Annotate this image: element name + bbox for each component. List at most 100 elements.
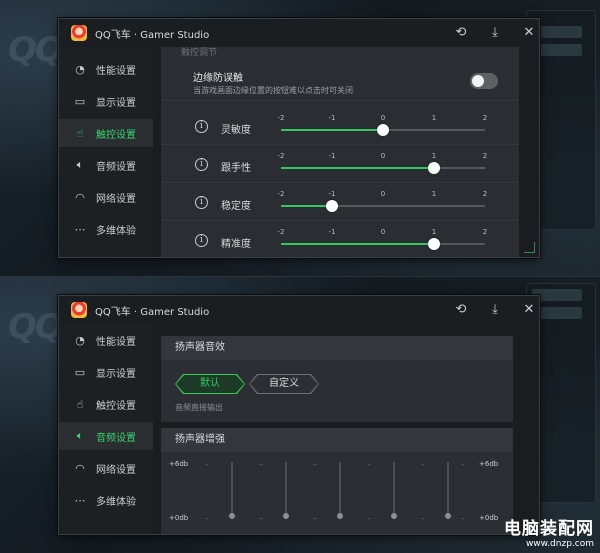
- slider-row: i 稳定度 -2 -1 0 1 2: [161, 183, 519, 221]
- window-title: QQ飞车 · Gamer Studio: [95, 307, 210, 318]
- slider-track[interactable]: [281, 124, 485, 136]
- info-icon[interactable]: i: [195, 196, 208, 209]
- slider-fill: [281, 243, 434, 245]
- sidebar-item-performance[interactable]: ◔ 性能设置: [59, 326, 153, 354]
- touch-hand-icon: ☝: [76, 397, 84, 411]
- more-dots-icon: ⋯: [74, 222, 86, 236]
- speaker-effect-title: 扬声器音效: [161, 336, 513, 360]
- tick-label: 0: [380, 114, 386, 122]
- slider-track[interactable]: [281, 162, 485, 174]
- eq-band-knob[interactable]: [445, 513, 451, 519]
- sidebar-item-audio[interactable]: 🔈︎ 音频设置: [59, 151, 153, 179]
- slider-fill: [281, 205, 332, 207]
- slider-row: i 精准度 -2 -1 0 1 2: [161, 221, 519, 257]
- app-icon: [71, 25, 87, 41]
- eq-band-knob[interactable]: [337, 513, 343, 519]
- close-icon[interactable]: ✕: [519, 23, 539, 43]
- edge-protection-title: 边缘防误触: [193, 73, 243, 84]
- sidebar-item-network[interactable]: ◠ 网络设置: [59, 183, 153, 211]
- edge-protection-toggle[interactable]: [470, 73, 498, 89]
- sidebar: ◔ 性能设置 ▭ 显示设置 ☝ 触控设置 🔈︎ 音频设置 ◠ 网络设置 ⋯ 多维…: [59, 47, 153, 257]
- close-icon[interactable]: ✕: [519, 300, 539, 320]
- eq-band-slider[interactable]: [339, 462, 341, 516]
- eq-band-knob[interactable]: [229, 513, 235, 519]
- refresh-icon[interactable]: ⟲: [451, 300, 471, 320]
- preset-default-button[interactable]: 默认: [175, 374, 245, 394]
- sidebar-item-label: 触控设置: [96, 129, 136, 141]
- download-icon[interactable]: ⤓: [485, 300, 505, 320]
- eq-top-label-right: +6db: [479, 460, 499, 468]
- eq-grid-mark: –: [313, 460, 317, 469]
- sidebar-item-label: 网络设置: [96, 193, 136, 205]
- tick-label: 1: [431, 152, 437, 160]
- slider-handle[interactable]: [326, 200, 338, 212]
- eq-bottom-label-right: +0db: [479, 514, 499, 522]
- sidebar-item-performance[interactable]: ◔ 性能设置: [59, 55, 153, 83]
- slider-track[interactable]: [281, 238, 485, 250]
- monitor-icon: ▭: [74, 94, 86, 108]
- edge-protection-desc: 当游戏画面边缘位置的按钮难以点击时可关闭: [193, 86, 353, 95]
- eq-top-label-left: +6db: [169, 460, 189, 468]
- toggle-knob: [472, 75, 484, 87]
- eq-bottom-label-left: +0db: [169, 514, 189, 522]
- slider-fill: [281, 129, 383, 131]
- eq-grid-mark: –: [313, 514, 317, 523]
- tick-label: -1: [328, 114, 336, 122]
- site-watermark: 电脑装配网 www.dnzp.com: [504, 514, 594, 549]
- tick-label: -1: [328, 228, 336, 236]
- monitor-icon: ▭: [74, 365, 86, 379]
- sidebar-item-multi[interactable]: ⋯ 多维体验: [59, 486, 153, 514]
- slider-row: i 灵敏度 -2 -1 0 1 2: [161, 107, 519, 145]
- preset-custom-button[interactable]: 自定义: [249, 374, 319, 394]
- speaker-boost-title: 扬声器增强: [161, 428, 513, 452]
- eq-band-knob[interactable]: [391, 513, 397, 519]
- speaker-effect-card: 扬声器音效 默认 自定义 音频直接输出: [161, 336, 513, 422]
- tick-label: -2: [277, 190, 285, 198]
- preset-custom-label: 自定义: [250, 375, 318, 393]
- tick-label: 0: [380, 190, 386, 198]
- eq-grid-mark: –: [259, 514, 263, 523]
- audio-settings-content[interactable]: 扬声器音效 默认 自定义 音频直接输出 扬声器增强 +6db +6db +0db…: [153, 324, 539, 534]
- slider-label: 灵敏度: [221, 125, 251, 136]
- wifi-icon: ◠: [75, 461, 85, 475]
- sidebar-item-touch[interactable]: ☝ 触控设置: [59, 119, 153, 147]
- eq-grid-mark: –: [367, 460, 371, 469]
- eq-band-knob[interactable]: [283, 513, 289, 519]
- sidebar-item-label: 性能设置: [96, 65, 136, 77]
- sidebar-item-network[interactable]: ◠ 网络设置: [59, 454, 153, 482]
- sidebar-item-display[interactable]: ▭ 显示设置: [59, 358, 153, 386]
- tick-label: 2: [482, 190, 488, 198]
- gamer-studio-window-touch: QQ飞车 · Gamer Studio ⟲ ⤓ ✕ ◔ 性能设置 ▭ 显示设置 …: [58, 18, 540, 258]
- speaker-icon: 🔈︎: [76, 429, 84, 442]
- info-icon[interactable]: i: [195, 120, 208, 133]
- slider-handle[interactable]: [377, 124, 389, 136]
- sidebar-item-audio[interactable]: 🔈︎ 音频设置: [59, 422, 153, 450]
- eq-band-slider[interactable]: [447, 462, 449, 516]
- eq-band-slider[interactable]: [393, 462, 395, 516]
- refresh-icon[interactable]: ⟲: [451, 23, 471, 43]
- watermark-title: 电脑装配网: [504, 519, 594, 539]
- tick-label: -1: [328, 190, 336, 198]
- title-bar: QQ飞车 · Gamer Studio ⟲ ⤓ ✕: [59, 296, 539, 324]
- eq-band-slider[interactable]: [285, 462, 287, 516]
- eq-band-slider[interactable]: [231, 462, 233, 516]
- eq-grid-mark: –: [205, 460, 209, 469]
- slider-fill: [281, 167, 434, 169]
- slider-label: 稳定度: [221, 201, 251, 212]
- tick-label: -1: [328, 152, 336, 160]
- sidebar-item-touch[interactable]: ☝ 触控设置: [59, 390, 153, 418]
- touch-settings-content[interactable]: 触控调节 边缘防误触 当游戏画面边缘位置的按钮难以点击时可关闭 i 灵敏度 -2 -1…: [153, 47, 539, 257]
- window-title: QQ飞车 · Gamer Studio: [95, 30, 210, 41]
- slider-handle[interactable]: [428, 238, 440, 250]
- game-logo: QQ: [8, 307, 64, 347]
- tick-label: 1: [431, 228, 437, 236]
- sidebar-item-display[interactable]: ▭ 显示设置: [59, 87, 153, 115]
- info-icon[interactable]: i: [195, 158, 208, 171]
- info-icon[interactable]: i: [195, 234, 208, 247]
- sidebar-item-multi[interactable]: ⋯ 多维体验: [59, 215, 153, 243]
- slider-handle[interactable]: [428, 162, 440, 174]
- watermark-url: www.dnzp.com: [525, 539, 594, 549]
- slider-track[interactable]: [281, 200, 485, 212]
- download-icon[interactable]: ⤓: [485, 23, 505, 43]
- eq-grid-mark: –: [259, 460, 263, 469]
